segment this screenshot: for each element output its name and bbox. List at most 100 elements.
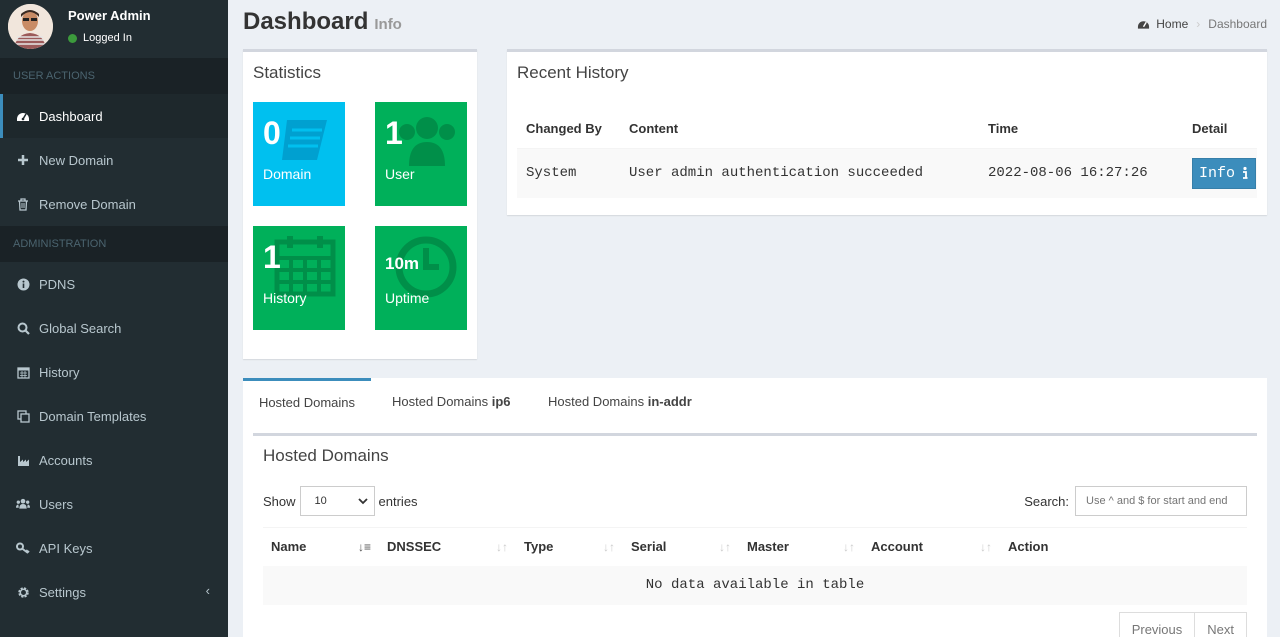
tab-label: Hosted Domains	[548, 394, 648, 409]
sidebar-item-label: History	[39, 364, 80, 380]
cell-changed-by: System	[517, 148, 620, 198]
breadcrumb-separator: ›	[1196, 17, 1201, 31]
sidebar-item-domain-templates[interactable]: Domain Templates	[0, 394, 228, 438]
column-label: Type	[524, 539, 554, 555]
info-icon	[1243, 167, 1248, 180]
sort-icon: ↓↑	[980, 540, 992, 554]
search-label: Search:	[1024, 493, 1069, 509]
recent-history-title: Recent History	[517, 63, 629, 82]
gear-icon	[16, 585, 30, 599]
page-subtitle: Info	[374, 16, 402, 33]
history-header-row: Changed By Content Time Detail	[517, 110, 1257, 149]
info-button[interactable]: Info	[1192, 157, 1257, 189]
table-header-row: Name ↓≡ DNSSEC ↓↑ Type ↓↑ Serial ↓↑ Master ↓↑…	[263, 527, 1247, 566]
avatar[interactable]	[8, 4, 53, 49]
stat-tile-history[interactable]: 1 History	[253, 226, 345, 330]
history-table: Changed By Content Time Detail System Us…	[517, 110, 1257, 198]
chevron-down-icon	[357, 497, 368, 504]
user-panel: Power Admin Logged In	[0, 0, 228, 58]
page-size-control: Show 10 entries	[263, 486, 418, 516]
table-row: No data available in table	[263, 565, 1247, 605]
cell-detail: Info	[1183, 148, 1257, 198]
column-header-changed-by: Changed By	[517, 110, 620, 149]
tab-label-bold: ip6	[491, 394, 511, 409]
column-header-dnssec[interactable]: DNSSEC ↓↑	[379, 527, 516, 566]
breadcrumb: Home › Dashboard	[1137, 17, 1267, 31]
sidebar-item-global-search[interactable]: Global Search	[0, 306, 228, 350]
sidebar-item-label: New Domain	[39, 152, 114, 168]
sidebar-item-label: Dashboard	[39, 108, 103, 124]
column-label: Serial	[631, 539, 667, 555]
sidebar-item-label: API Keys	[39, 540, 93, 556]
page-title: Dashboard Info	[243, 8, 402, 36]
online-status-dot-icon	[68, 33, 77, 43]
recent-history-box: Recent History Changed By Content Time D…	[507, 49, 1267, 215]
sidebar-item-label: Global Search	[39, 320, 122, 336]
next-button[interactable]: Next	[1195, 612, 1247, 637]
stat-label: User	[385, 166, 415, 182]
stat-value: 1	[385, 115, 403, 151]
sidebar-item-label: Remove Domain	[39, 196, 136, 212]
column-label: Master	[747, 539, 789, 555]
hosted-domains-tabs: Hosted Domains Hosted Domains ip6 Hosted…	[243, 378, 1267, 637]
sidebar-item-users[interactable]: Users	[0, 482, 228, 526]
stat-tile-domain[interactable]: 0 Domain	[253, 102, 345, 206]
menu-header-user-actions: USER ACTIONS	[0, 58, 228, 94]
stat-tile-user[interactable]: 1 User	[375, 102, 467, 206]
sidebar-item-api-keys[interactable]: API Keys	[0, 526, 228, 570]
breadcrumb-home[interactable]: Home	[1156, 17, 1188, 31]
sidebar-item-remove-domain[interactable]: Remove Domain	[0, 182, 228, 226]
search-input[interactable]	[1075, 486, 1247, 516]
column-label: Account	[871, 539, 923, 555]
user-status-label: Logged In	[83, 32, 132, 44]
column-header-detail: Detail	[1183, 110, 1257, 149]
sidebar-item-accounts[interactable]: Accounts	[0, 438, 228, 482]
show-label: Show	[263, 493, 296, 509]
industry-icon	[16, 453, 30, 467]
cell-time: 2022-08-06 16:27:26	[979, 148, 1183, 198]
info-button-label: Info	[1199, 164, 1236, 182]
statistics-title: Statistics	[253, 63, 322, 82]
column-header-name[interactable]: Name ↓≡	[263, 527, 379, 566]
column-label: Name	[271, 539, 307, 555]
main-content: Dashboard Info Home › Dashboard Statistic…	[228, 0, 1280, 637]
entries-label: entries	[378, 493, 418, 509]
column-header-account[interactable]: Account ↓↑	[863, 527, 1000, 566]
calendar-icon	[16, 365, 30, 379]
sidebar: Power Admin Logged In USER ACTIONS Dashb…	[0, 0, 228, 637]
hosted-domains-table: Name ↓≡ DNSSEC ↓↑ Type ↓↑ Serial ↓↑ Master ↓↑…	[263, 527, 1247, 605]
trash-icon	[16, 197, 30, 211]
tab-hosted-domains-ip6[interactable]: Hosted Domains ip6	[392, 378, 511, 424]
stat-tile-uptime[interactable]: 10m Uptime	[375, 226, 467, 330]
info-circle-icon	[16, 277, 30, 291]
book-icon	[282, 120, 327, 160]
user-name: Power Admin	[68, 8, 151, 23]
plus-icon	[16, 153, 30, 167]
search-icon	[16, 321, 30, 335]
tab-hosted-domains-in-addr[interactable]: Hosted Domains in-addr	[548, 378, 692, 424]
hosted-domains-title: Hosted Domains	[263, 446, 389, 465]
sort-icon: ↓↑	[843, 540, 855, 554]
chevron-left-icon[interactable]: ‹	[206, 583, 210, 598]
sidebar-item-new-domain[interactable]: New Domain	[0, 138, 228, 182]
column-header-type[interactable]: Type ↓↑	[516, 527, 623, 566]
column-header-serial[interactable]: Serial ↓↑	[623, 527, 739, 566]
sidebar-item-dashboard[interactable]: Dashboard	[0, 94, 228, 138]
clone-icon	[16, 409, 30, 423]
column-header-master[interactable]: Master ↓↑	[739, 527, 863, 566]
stat-label: History	[263, 290, 307, 306]
sidebar-item-history[interactable]: History	[0, 350, 228, 394]
breadcrumb-current: Dashboard	[1208, 17, 1267, 31]
column-header-content: Content	[620, 110, 979, 149]
tab-hosted-domains[interactable]: Hosted Domains	[243, 378, 371, 424]
previous-button[interactable]: Previous	[1118, 612, 1196, 637]
menu-header-administration: ADMINISTRATION	[0, 226, 228, 262]
sidebar-item-pdns[interactable]: PDNS	[0, 262, 228, 306]
sidebar-item-label: Domain Templates	[39, 408, 147, 424]
tab-label: Hosted Domains	[392, 394, 492, 409]
sort-icon: ↓↑	[719, 540, 731, 554]
page-size-select[interactable]: 10	[299, 486, 375, 516]
sort-icon: ↓↑	[603, 540, 615, 554]
page-size-value: 10	[314, 495, 327, 507]
sidebar-item-settings[interactable]: Settings ‹	[0, 570, 228, 614]
